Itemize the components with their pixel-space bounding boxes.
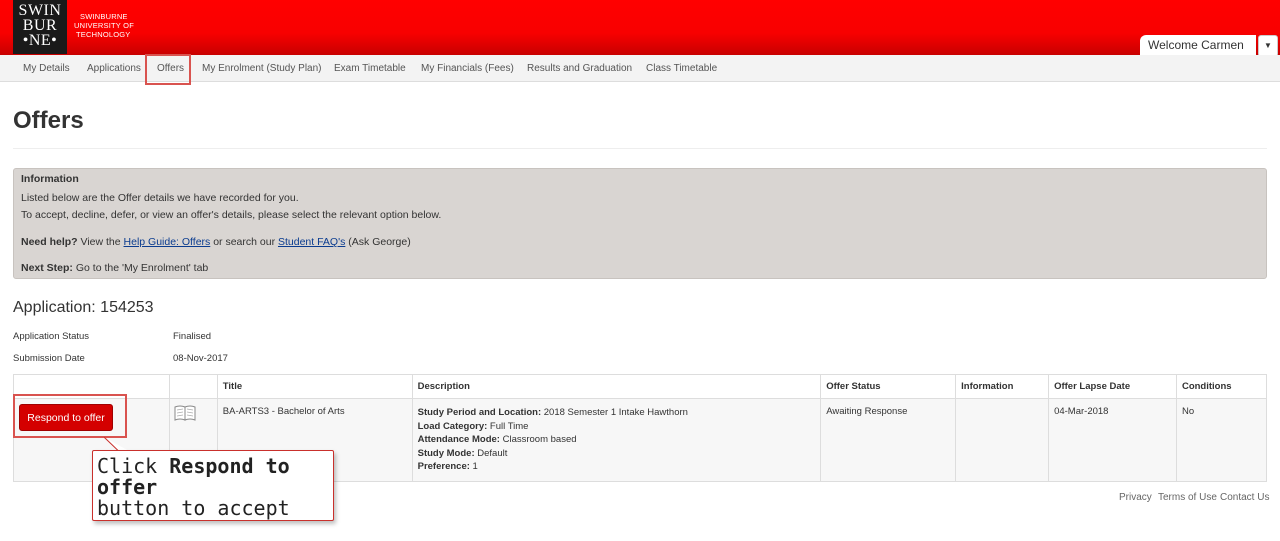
column-header: Offer Lapse Date xyxy=(1048,374,1177,399)
offer-conditions: No xyxy=(1175,398,1268,482)
page-title: Offers xyxy=(13,107,84,134)
divider xyxy=(13,148,1267,149)
desc-line: Preference: 1 xyxy=(418,460,816,474)
desc-line: Study Mode: Default xyxy=(418,447,816,461)
logo-caption-line: TECHNOLOGY xyxy=(76,30,131,39)
table-header-row: Title Description Offer Status Informati… xyxy=(13,374,1268,399)
desc-value: Full Time xyxy=(487,420,529,432)
next-step-line: Next Step: Go to the 'My Enrolment' tab xyxy=(21,262,208,274)
welcome-user-menu[interactable]: Welcome Carmen xyxy=(1140,35,1256,57)
desc-line: Load Category: Full Time xyxy=(418,420,816,434)
tab-my-enrolment[interactable]: My Enrolment (Study Plan) xyxy=(202,55,322,82)
tab-results-graduation[interactable]: Results and Graduation xyxy=(527,55,632,82)
column-header: Title xyxy=(216,374,413,399)
callout-suffix: button to accept xyxy=(97,496,290,520)
swinburne-logo[interactable]: SWIN BUR •NE• xyxy=(13,0,67,54)
help-text: or search our xyxy=(210,236,278,248)
help-line: Need help? View the Help Guide: Offers o… xyxy=(21,236,411,248)
desc-label: Study Period and Location: xyxy=(417,407,542,418)
column-header: Conditions xyxy=(1175,374,1268,399)
help-label: Need help? xyxy=(21,236,78,248)
offer-lapse-date: 04-Mar-2018 xyxy=(1048,398,1177,482)
offer-information xyxy=(955,398,1050,482)
next-step-label: Next Step: xyxy=(21,262,73,274)
desc-label: Preference: xyxy=(417,461,470,472)
desc-label: Study Mode: xyxy=(417,447,475,459)
column-header: Information xyxy=(955,374,1050,399)
desc-label: Load Category: xyxy=(417,420,488,432)
info-line: Listed below are the Offer details we ha… xyxy=(21,192,299,204)
tab-class-timetable[interactable]: Class Timetable xyxy=(646,55,717,82)
logo-line: •NE• xyxy=(22,32,58,49)
info-heading: Information xyxy=(21,173,79,185)
tab-exam-timetable[interactable]: Exam Timetable xyxy=(334,55,406,82)
offers-tab-highlight xyxy=(145,54,191,85)
desc-label: Attendance Mode: xyxy=(417,434,500,445)
contact-us-link[interactable]: Contact Us xyxy=(1220,492,1269,503)
offer-description: Study Period and Location: 2018 Semester… xyxy=(411,398,822,482)
tab-my-details[interactable]: My Details xyxy=(23,55,70,82)
book-icon[interactable] xyxy=(174,404,196,427)
tab-applications[interactable]: Applications xyxy=(87,55,141,82)
logo-line: BUR xyxy=(22,17,58,34)
status-value: Finalised xyxy=(173,331,212,342)
desc-line: Attendance Mode: Classroom based xyxy=(418,433,816,447)
desc-value: Classroom based xyxy=(499,434,577,445)
logo-caption: SWINBURNE UNIVERSITY OF TECHNOLOGY xyxy=(74,12,134,39)
respond-button-highlight xyxy=(13,394,127,438)
application-heading: Application: 154253 xyxy=(13,299,154,316)
main-nav: My Details Applications Offers My Enrolm… xyxy=(0,55,1280,82)
desc-value: 2018 Semester 1 Intake Hawthorn xyxy=(541,407,688,418)
column-header: Offer Status xyxy=(820,374,957,399)
help-text: View the xyxy=(77,236,124,248)
next-step-text: Go to the 'My Enrolment' tab xyxy=(72,262,209,274)
help-text: (Ask George) xyxy=(345,236,411,248)
desc-line: Study Period and Location: 2018 Semester… xyxy=(418,406,816,420)
desc-value: Default xyxy=(474,447,508,459)
help-guide-offers-link[interactable]: Help Guide: Offers xyxy=(124,236,211,248)
student-faq-link[interactable]: Student FAQ's xyxy=(278,236,345,248)
status-label: Application Status xyxy=(13,331,90,342)
tab-my-financials[interactable]: My Financials (Fees) xyxy=(421,55,514,82)
column-header: Description xyxy=(411,374,822,399)
offer-status: Awaiting Response xyxy=(820,398,957,482)
column-header xyxy=(168,374,218,399)
logo-caption-line: UNIVERSITY OF xyxy=(74,21,134,30)
submission-date-label: Submission Date xyxy=(13,353,85,364)
desc-value: 1 xyxy=(469,461,478,472)
privacy-link[interactable]: Privacy xyxy=(1119,492,1152,503)
information-panel: Information Listed below are the Offer d… xyxy=(13,168,1267,279)
logo-caption-line: SWINBURNE xyxy=(80,12,128,21)
site-header: SWIN BUR •NE• SWINBURNE UNIVERSITY OF TE… xyxy=(0,0,1280,57)
terms-of-use-link[interactable]: Terms of Use xyxy=(1158,492,1217,503)
instruction-callout: Click Respond to offer button to accept xyxy=(92,450,334,521)
submission-date-value: 08-Nov-2017 xyxy=(173,353,228,364)
logo-line: SWIN xyxy=(18,2,62,19)
info-line: To accept, decline, defer, or view an of… xyxy=(21,209,442,221)
chevron-down-icon[interactable]: ▼ xyxy=(1258,35,1278,57)
